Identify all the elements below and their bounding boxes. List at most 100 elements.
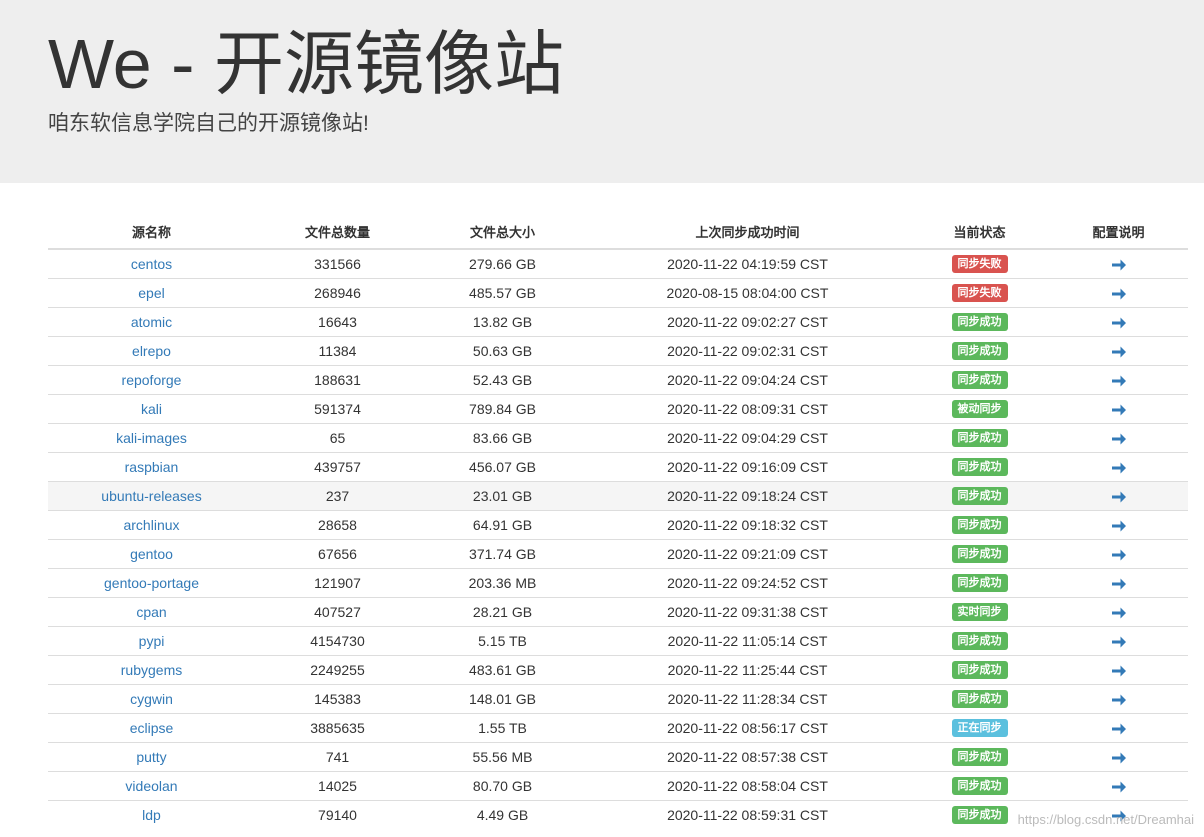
cell-status: 同步成功 [910,626,1049,656]
cell-name: ldp [48,800,255,829]
arrow-right-icon[interactable] [1111,722,1127,736]
cell-time: 2020-11-22 11:25:44 CST [585,655,910,685]
repo-link-raspbian[interactable]: raspbian [125,459,179,475]
arrow-right-icon[interactable] [1111,548,1127,562]
cell-time: 2020-11-22 09:02:31 CST [585,336,910,366]
repo-link-kali[interactable]: kali [141,401,162,417]
table-row: cpan 407527 28.21 GB 2020-11-22 09:31:38 CS… [48,597,1188,627]
repo-link-ldp[interactable]: ldp [142,807,161,823]
repo-link-kali-images[interactable]: kali-images [116,430,187,446]
cell-status: 同步成功 [910,742,1049,772]
arrow-right-icon[interactable] [1111,693,1127,707]
table-row: ubuntu-releases 237 23.01 GB 2020-11-22 09:… [48,481,1188,511]
table-row: centos 331566 279.66 GB 2020-11-22 04:19:59… [48,248,1188,279]
repo-link-atomic[interactable]: atomic [131,314,172,330]
cell-time: 2020-11-22 08:57:38 CST [585,742,910,772]
cell-size: 148.01 GB [420,684,585,714]
cell-status: 实时同步 [910,597,1049,627]
cell-time: 2020-11-22 09:04:29 CST [585,423,910,453]
repo-link-eclipse[interactable]: eclipse [130,720,174,736]
repo-link-archlinux[interactable]: archlinux [123,517,179,533]
cell-config [1049,510,1188,540]
repo-link-gentoo-portage[interactable]: gentoo-portage [104,575,199,591]
cell-config [1049,278,1188,308]
cell-config [1049,365,1188,395]
cell-time: 2020-11-22 09:24:52 CST [585,568,910,598]
arrow-right-icon[interactable] [1111,606,1127,620]
cell-name: pypi [48,626,255,656]
table-body: centos 331566 279.66 GB 2020-11-22 04:19:59… [48,248,1188,829]
cell-size: 483.61 GB [420,655,585,685]
arrow-right-icon[interactable] [1111,345,1127,359]
table-row: pypi 4154730 5.15 TB 2020-11-22 11:05:14 CS… [48,626,1188,656]
cell-config [1049,742,1188,772]
arrow-right-icon[interactable] [1111,780,1127,794]
table-row: eclipse 3885635 1.55 TB 2020-11-22 08:56:17… [48,713,1188,743]
col-header-size: 文件总大小 [420,214,585,250]
repo-link-repoforge[interactable]: repoforge [122,372,182,388]
arrow-right-icon[interactable] [1111,461,1127,475]
table-row: repoforge 188631 52.43 GB 2020-11-22 09:04:… [48,365,1188,395]
cell-config [1049,394,1188,424]
table-row: putty 741 55.56 MB 2020-11-22 08:57:38 CST 同… [48,742,1188,772]
arrow-right-icon[interactable] [1111,664,1127,678]
repo-link-putty[interactable]: putty [136,749,166,765]
col-header-count: 文件总数量 [255,214,420,250]
repo-link-cygwin[interactable]: cygwin [130,691,173,707]
table-row: archlinux 28658 64.91 GB 2020-11-22 09:18:3… [48,510,1188,540]
cell-count: 28658 [255,510,420,540]
status-badge: 同步成功 [951,545,1008,564]
cell-size: 55.56 MB [420,742,585,772]
repo-link-videolan[interactable]: videolan [125,778,177,794]
cell-count: 14025 [255,771,420,801]
repo-link-ubuntu-releases[interactable]: ubuntu-releases [101,488,201,504]
arrow-right-icon[interactable] [1111,519,1127,533]
cell-name: kali [48,394,255,424]
arrow-right-icon[interactable] [1111,577,1127,591]
arrow-right-icon[interactable] [1111,751,1127,765]
mirror-table-container: 源名称 文件总数量 文件总大小 上次同步成功时间 当前状态 配置说明 centos 3315… [48,214,1188,829]
cell-name: videolan [48,771,255,801]
mirror-table: 源名称 文件总数量 文件总大小 上次同步成功时间 当前状态 配置说明 centos 3315… [48,214,1188,829]
cell-name: cygwin [48,684,255,714]
cell-size: 28.21 GB [420,597,585,627]
repo-link-cpan[interactable]: cpan [136,604,166,620]
cell-config [1049,713,1188,743]
cell-status: 同步成功 [910,365,1049,395]
arrow-right-icon[interactable] [1111,490,1127,504]
arrow-right-icon[interactable] [1111,374,1127,388]
cell-count: 145383 [255,684,420,714]
cell-config [1049,248,1188,279]
arrow-right-icon[interactable] [1111,287,1127,301]
cell-time: 2020-11-22 08:56:17 CST [585,713,910,743]
cell-status: 被动同步 [910,394,1049,424]
repo-link-gentoo[interactable]: gentoo [130,546,173,562]
cell-status: 同步成功 [910,452,1049,482]
cell-name: raspbian [48,452,255,482]
col-header-config: 配置说明 [1049,214,1188,250]
arrow-right-icon[interactable] [1111,432,1127,446]
cell-size: 23.01 GB [420,481,585,511]
arrow-right-icon[interactable] [1111,316,1127,330]
repo-link-epel[interactable]: epel [138,285,164,301]
watermark: https://blog.csdn.net/Dreamhai [1017,812,1194,827]
repo-link-rubygems[interactable]: rubygems [121,662,182,678]
cell-status: 同步失败 [910,248,1049,279]
repo-link-pypi[interactable]: pypi [139,633,165,649]
table-row: gentoo 67656 371.74 GB 2020-11-22 09:21:09 … [48,539,1188,569]
table-row: epel 268946 485.57 GB 2020-08-15 08:04:00 C… [48,278,1188,308]
cell-config [1049,423,1188,453]
arrow-right-icon[interactable] [1111,403,1127,417]
cell-name: atomic [48,307,255,337]
arrow-right-icon[interactable] [1111,635,1127,649]
table-row: gentoo-portage 121907 203.36 MB 2020-11-22 … [48,568,1188,598]
cell-size: 203.36 MB [420,568,585,598]
repo-link-elrepo[interactable]: elrepo [132,343,171,359]
cell-size: 5.15 TB [420,626,585,656]
repo-link-centos[interactable]: centos [131,256,172,272]
cell-status: 同步成功 [910,568,1049,598]
cell-status: 同步成功 [910,423,1049,453]
cell-config [1049,452,1188,482]
cell-size: 279.66 GB [420,248,585,279]
arrow-right-icon[interactable] [1111,258,1127,272]
